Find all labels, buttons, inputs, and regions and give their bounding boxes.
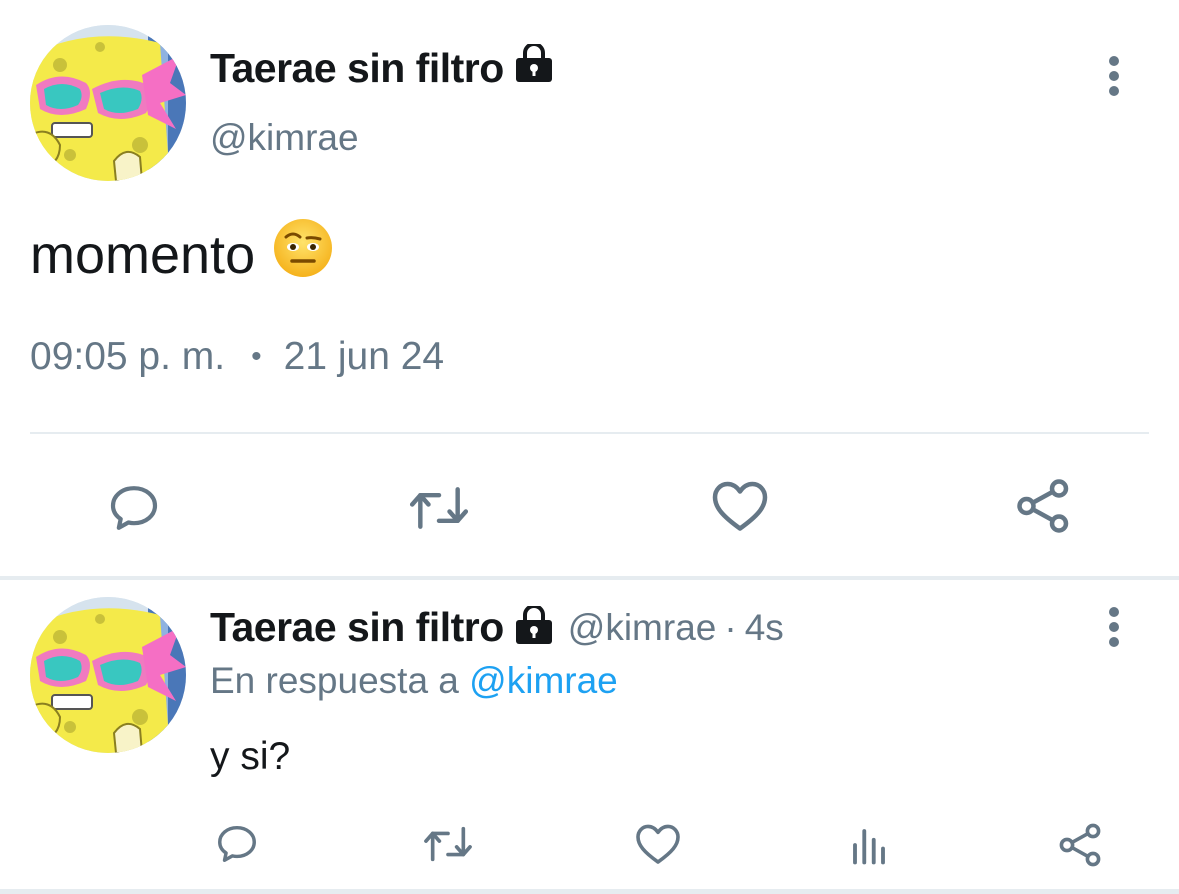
divider [30, 432, 1149, 434]
main-tweet: Taerae sin filtro @kimrae momento 09:05 … [0, 0, 1179, 578]
lock-icon [514, 42, 554, 92]
like-button[interactable] [633, 820, 683, 868]
face-with-raised-eyebrow-emoji-icon [273, 218, 333, 291]
avatar-image [30, 25, 186, 181]
tweet-date: 21 jun 24 [283, 335, 445, 378]
display-name-text: Taerae sin filtro [210, 44, 504, 91]
avatar[interactable] [30, 597, 186, 753]
section-divider [0, 576, 1179, 580]
handle[interactable]: @kimrae [210, 117, 359, 159]
like-button[interactable] [709, 476, 771, 536]
share-icon [1017, 479, 1069, 533]
reply-icon [218, 825, 256, 863]
display-name[interactable]: Taerae sin filtro [210, 604, 504, 651]
avatar-image [30, 597, 186, 753]
share-button[interactable] [1012, 476, 1076, 536]
meta-separator: • [251, 340, 262, 373]
lock-icon [514, 604, 554, 649]
reply-target-link[interactable]: @kimrae [469, 660, 618, 701]
tweet-text: momento [30, 218, 333, 291]
tweet-time: 09:05 p. m. [30, 335, 226, 378]
reply-button[interactable] [104, 478, 164, 538]
retweet-button[interactable] [404, 478, 474, 538]
analytics-button[interactable] [846, 822, 892, 868]
relative-time: 4s [744, 606, 784, 648]
bottom-divider [0, 889, 1179, 894]
more-options-icon[interactable] [1104, 56, 1124, 100]
like-icon [636, 824, 680, 864]
tweet-meta: 09:05 p. m. • 21 jun 24 [30, 335, 444, 379]
share-icon [1059, 823, 1101, 867]
reply-prefix: En respuesta a [210, 660, 470, 701]
tweet-text-content: momento [30, 224, 256, 285]
handle[interactable]: @kimrae [568, 607, 717, 649]
header-separator: · [724, 606, 737, 648]
reply-header: Taerae sin filtro @kimrae · 4s [210, 604, 784, 651]
share-button[interactable] [1056, 820, 1106, 870]
analytics-icon [853, 829, 885, 865]
retweet-button[interactable] [418, 820, 478, 868]
avatar[interactable] [30, 25, 186, 181]
tweet-text: y si? [210, 735, 291, 778]
more-options-icon[interactable] [1104, 607, 1124, 651]
reply-icon [110, 486, 158, 530]
reply-context: En respuesta a @kimrae [210, 660, 618, 702]
display-name[interactable]: Taerae sin filtro [210, 42, 554, 92]
like-icon [712, 481, 768, 531]
retweet-icon [424, 826, 472, 862]
retweet-icon [409, 487, 469, 529]
reply-button[interactable] [213, 820, 261, 868]
